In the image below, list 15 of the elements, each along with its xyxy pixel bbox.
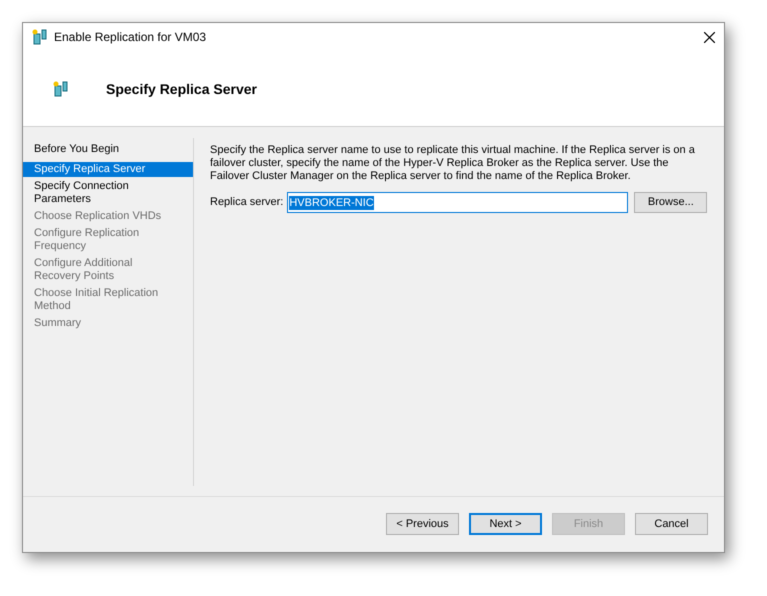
wizard-icon bbox=[53, 80, 69, 96]
wizard-step[interactable]: Specify Connection Parameters bbox=[23, 179, 193, 207]
window-title: Enable Replication for VM03 bbox=[54, 29, 206, 46]
wizard-step[interactable]: Before You Begin bbox=[23, 142, 193, 157]
wizard-button[interactable]: Next > bbox=[469, 513, 542, 535]
app-icon bbox=[32, 29, 48, 45]
wizard-step[interactable]: Specify Replica Server bbox=[23, 162, 193, 177]
description-text: Specify the Replica server name to use to replicate this virtual machine. If the Replica server is on a failover cluster, specify the name of the Hyper-V Replica Broker as the Replica server. Use the Failover Cluster Manager on the Replica server to find the name of the Replica Broker. bbox=[210, 144, 696, 183]
replica-server-label: Replica server: bbox=[210, 195, 284, 210]
wizard-button[interactable]: < Previous bbox=[386, 513, 459, 535]
close-icon bbox=[704, 32, 714, 42]
page-heading: Specify Replica Server bbox=[106, 80, 257, 99]
browse-button[interactable]: Browse... bbox=[634, 192, 708, 213]
wizard-button[interactable]: Cancel bbox=[635, 513, 708, 535]
replica-server-field[interactable]: HVBROKER-NIC bbox=[287, 192, 628, 213]
